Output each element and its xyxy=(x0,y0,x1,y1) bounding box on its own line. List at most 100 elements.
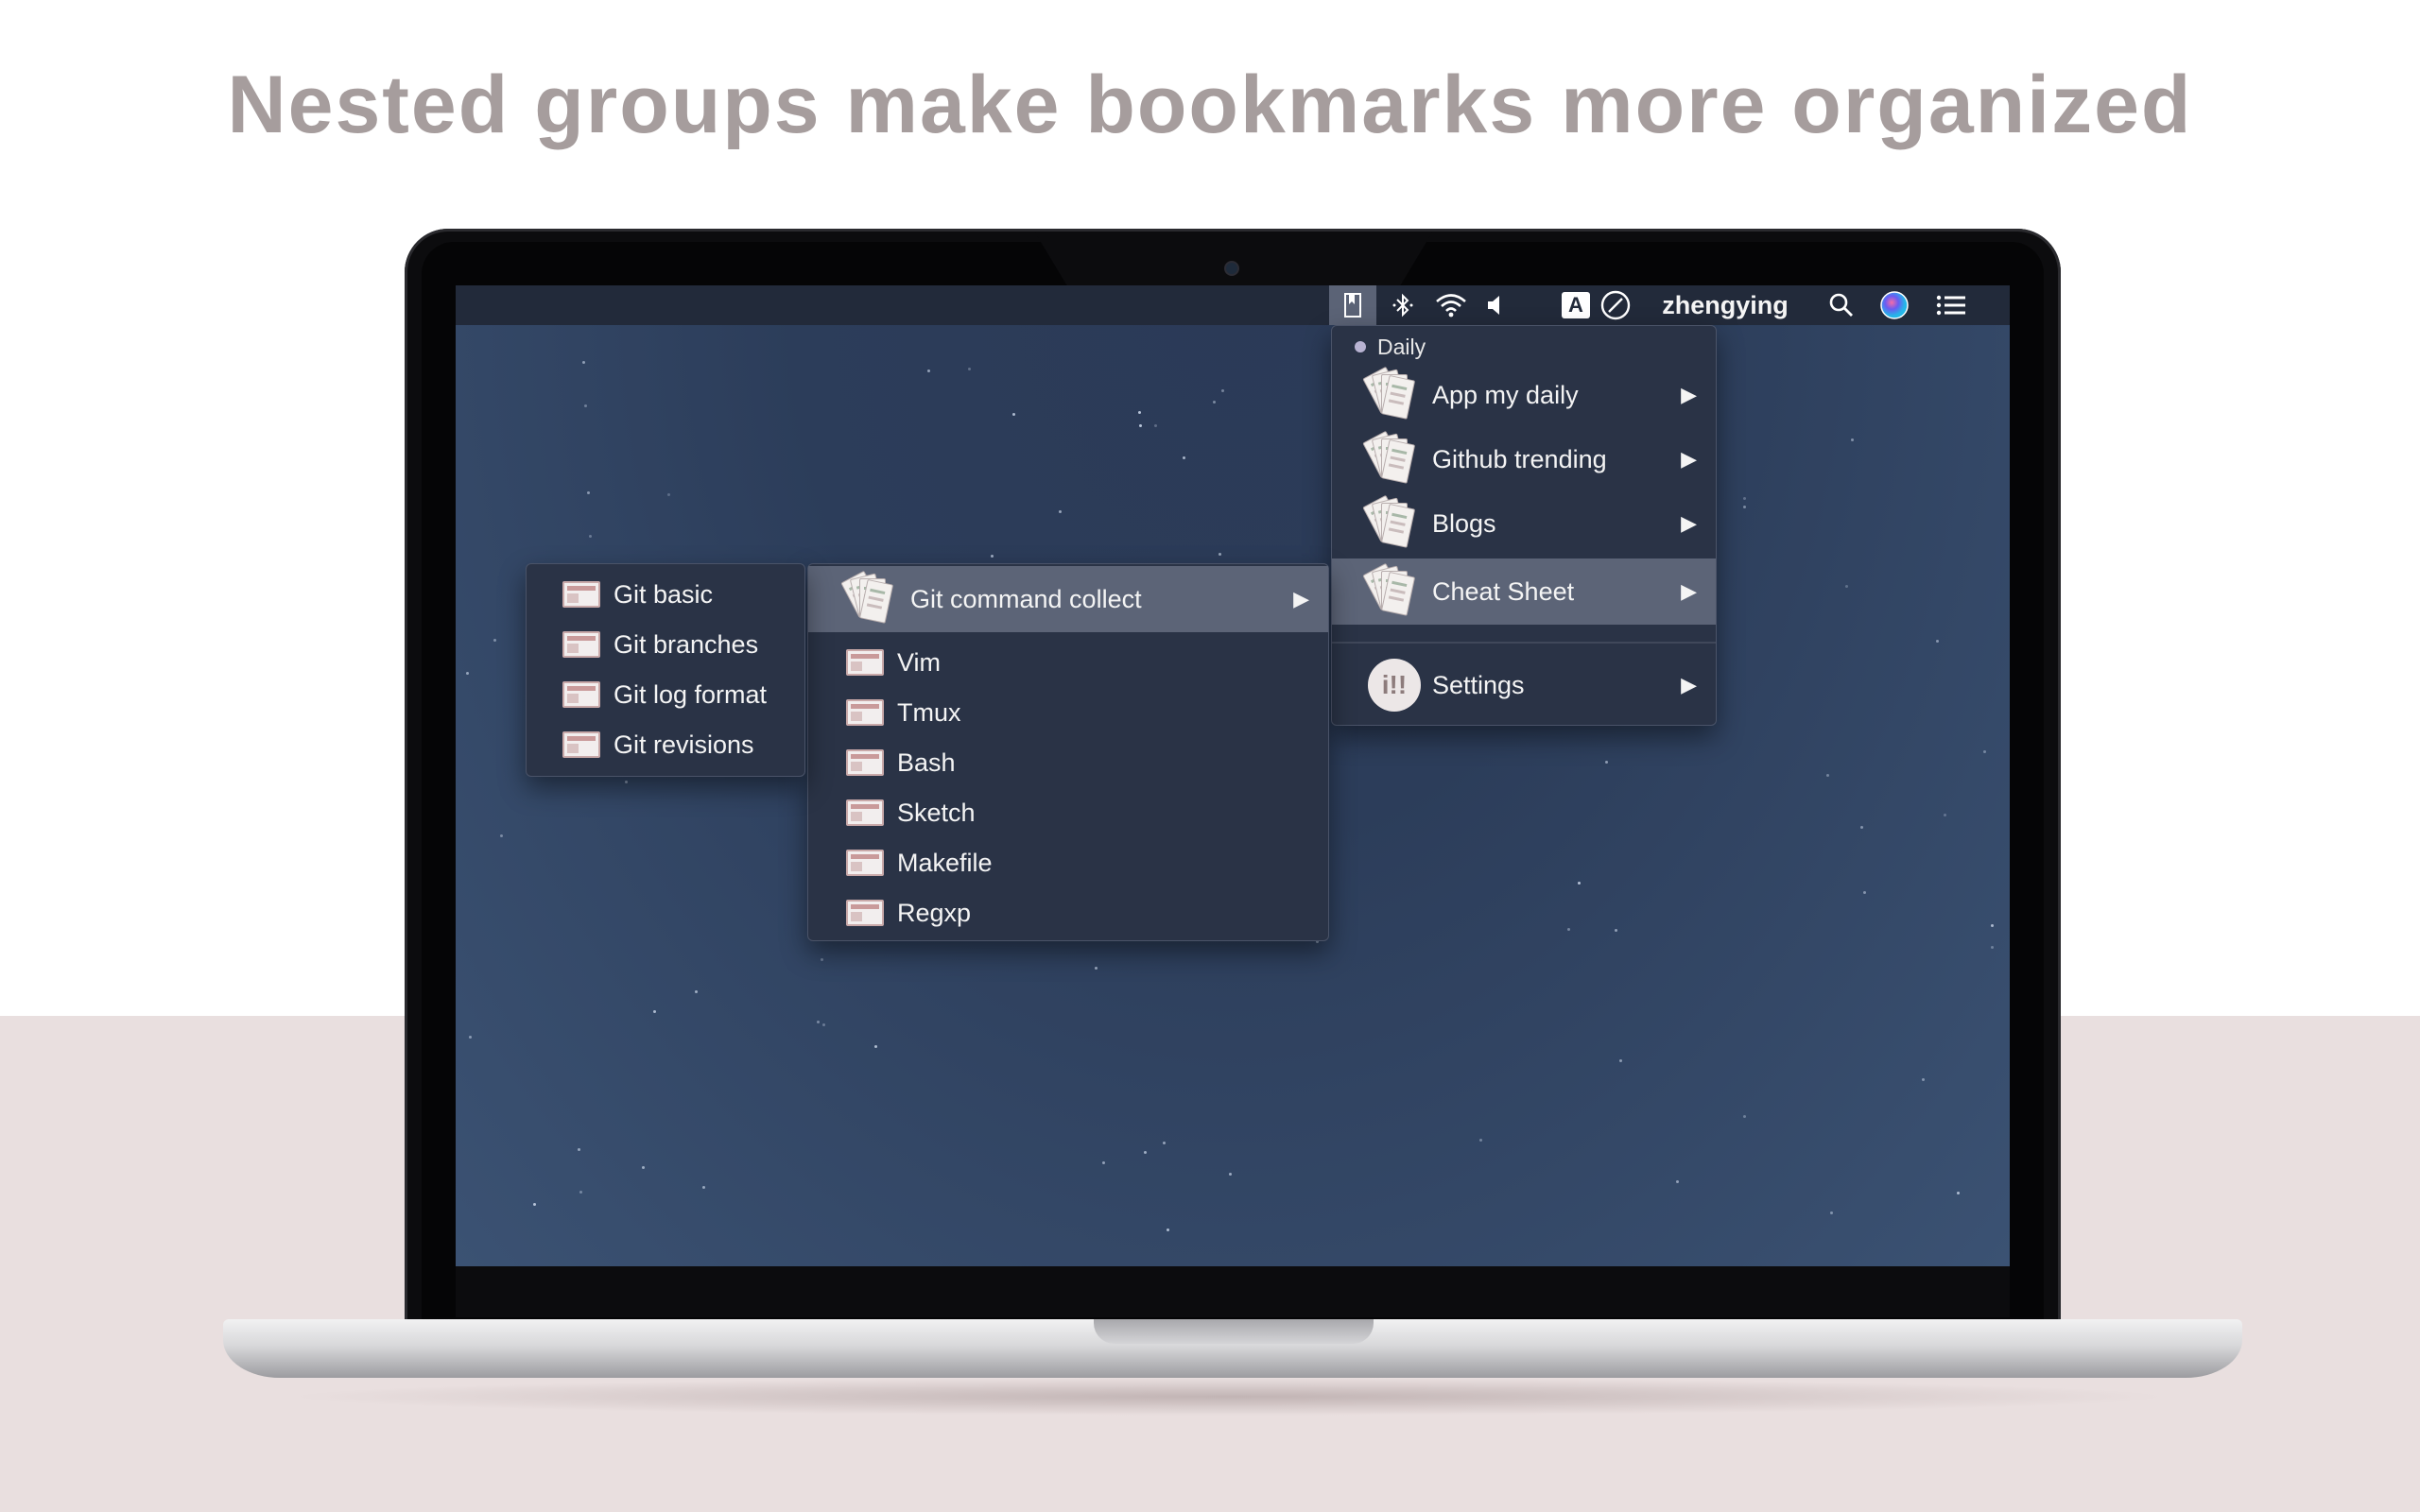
star xyxy=(624,780,628,783)
star xyxy=(1144,1150,1148,1154)
star xyxy=(1676,1180,1680,1184)
menu-item-bash[interactable]: Bash xyxy=(808,738,1328,787)
star xyxy=(1219,553,1222,556)
star xyxy=(1991,946,1995,950)
star xyxy=(587,491,591,495)
star xyxy=(1095,966,1098,970)
bookmark-page-icon xyxy=(562,731,600,758)
star xyxy=(1743,496,1747,500)
star xyxy=(1922,1077,1926,1081)
star xyxy=(1212,401,1216,404)
menubar-username[interactable]: zhengying xyxy=(1654,285,1796,325)
submenu-arrow-icon: ▶ xyxy=(1681,383,1697,406)
menu-item-regxp[interactable]: Regxp xyxy=(808,888,1328,937)
menu-item-sketch[interactable]: Sketch xyxy=(808,788,1328,837)
section-header-daily: Daily xyxy=(1332,334,1716,360)
bookmark-page-icon xyxy=(846,900,884,926)
star xyxy=(1844,584,1848,588)
bookmark-page-icon xyxy=(846,850,884,876)
search-icon[interactable] xyxy=(1823,285,1860,325)
volume-icon[interactable] xyxy=(1478,285,1512,325)
menu-item-cheat-sheet[interactable]: Cheat Sheet ▶ xyxy=(1332,558,1716,625)
menu-item-vim[interactable]: Vim xyxy=(808,638,1328,687)
settings-app-icon: i!! xyxy=(1368,659,1421,712)
submenu-arrow-icon: ▶ xyxy=(1681,673,1697,696)
star xyxy=(642,1166,646,1169)
laptop-base-notch xyxy=(1094,1319,1374,1344)
star xyxy=(1153,424,1157,428)
star xyxy=(1743,1114,1747,1118)
no-entry-icon[interactable] xyxy=(1594,285,1637,325)
star xyxy=(816,1020,820,1023)
star xyxy=(1862,891,1866,895)
star xyxy=(652,1009,656,1013)
menu-item-git-basic[interactable]: Git basic xyxy=(527,570,804,619)
star xyxy=(500,833,504,837)
star xyxy=(1058,510,1062,514)
star xyxy=(582,361,586,365)
menu-item-makefile[interactable]: Makefile xyxy=(808,838,1328,887)
star xyxy=(667,492,671,496)
star xyxy=(968,367,972,370)
laptop-chin xyxy=(456,1266,2010,1317)
star xyxy=(1742,506,1746,509)
menu-item-app-my-daily[interactable]: App my daily ▶ xyxy=(1332,364,1716,426)
star xyxy=(466,671,470,675)
star xyxy=(1943,814,1946,816)
cheat-sheet-submenu: Git command collect ▶ Vim Tmux Bash Sket… xyxy=(807,563,1329,941)
list-icon[interactable] xyxy=(1930,285,1972,325)
star xyxy=(695,989,699,993)
star xyxy=(1957,1192,1961,1195)
star xyxy=(926,369,930,372)
submenu-arrow-icon: ▶ xyxy=(1293,587,1309,610)
star xyxy=(583,404,587,408)
star xyxy=(1566,928,1570,931)
star xyxy=(1619,1058,1623,1062)
star xyxy=(1138,411,1142,415)
bookmark-page-icon xyxy=(562,681,600,708)
menu-item-git-revisions[interactable]: Git revisions xyxy=(527,720,804,769)
submenu-arrow-icon: ▶ xyxy=(1681,579,1697,603)
star xyxy=(1012,412,1016,416)
star xyxy=(1102,1161,1106,1165)
star xyxy=(1830,1211,1834,1214)
menu-item-blogs[interactable]: Blogs ▶ xyxy=(1332,492,1716,555)
menu-item-git-branches[interactable]: Git branches xyxy=(527,620,804,669)
menu-separator xyxy=(1332,642,1716,644)
bookmark-page-icon xyxy=(562,631,600,658)
headline: Nested groups make bookmarks more organi… xyxy=(227,60,2193,150)
git-command-submenu: Git basic Git branches Git log format Gi… xyxy=(526,563,805,777)
star xyxy=(1614,929,1617,933)
bookmark-page-icon xyxy=(562,581,600,608)
star xyxy=(1990,924,1994,928)
star xyxy=(1183,456,1186,460)
menu-item-settings[interactable]: i!! Settings ▶ xyxy=(1332,651,1716,719)
star xyxy=(577,1147,580,1151)
bookmark-page-icon xyxy=(846,799,884,826)
bookmark-page-icon xyxy=(846,699,884,726)
wifi-icon[interactable] xyxy=(1429,285,1473,325)
bookmark-page-icon xyxy=(846,649,884,676)
star xyxy=(533,1202,537,1206)
bookmark-app-icon[interactable] xyxy=(1329,285,1376,325)
siri-icon[interactable] xyxy=(1874,285,1915,325)
star xyxy=(1825,773,1829,777)
star xyxy=(1221,389,1225,393)
star xyxy=(1983,750,1987,754)
star xyxy=(1605,760,1609,764)
input-source-icon[interactable]: A xyxy=(1552,285,1599,325)
bookmark-stack-icon xyxy=(840,570,899,624)
menu-item-git-command-collect[interactable]: Git command collect ▶ xyxy=(808,566,1328,632)
star xyxy=(1478,1139,1482,1143)
daily-dot-icon xyxy=(1355,341,1366,352)
menu-item-github-trending[interactable]: Github trending ▶ xyxy=(1332,428,1716,490)
menu-item-git-log-format[interactable]: Git log format xyxy=(527,670,804,719)
star xyxy=(1166,1228,1169,1232)
star xyxy=(874,1044,878,1048)
submenu-arrow-icon: ▶ xyxy=(1681,447,1697,471)
star xyxy=(1936,640,1940,644)
bluetooth-icon[interactable] xyxy=(1384,285,1422,325)
menu-bar: A zhengying xyxy=(456,285,2010,325)
menu-item-tmux[interactable]: Tmux xyxy=(808,688,1328,737)
bookmark-stack-icon xyxy=(1362,562,1421,616)
